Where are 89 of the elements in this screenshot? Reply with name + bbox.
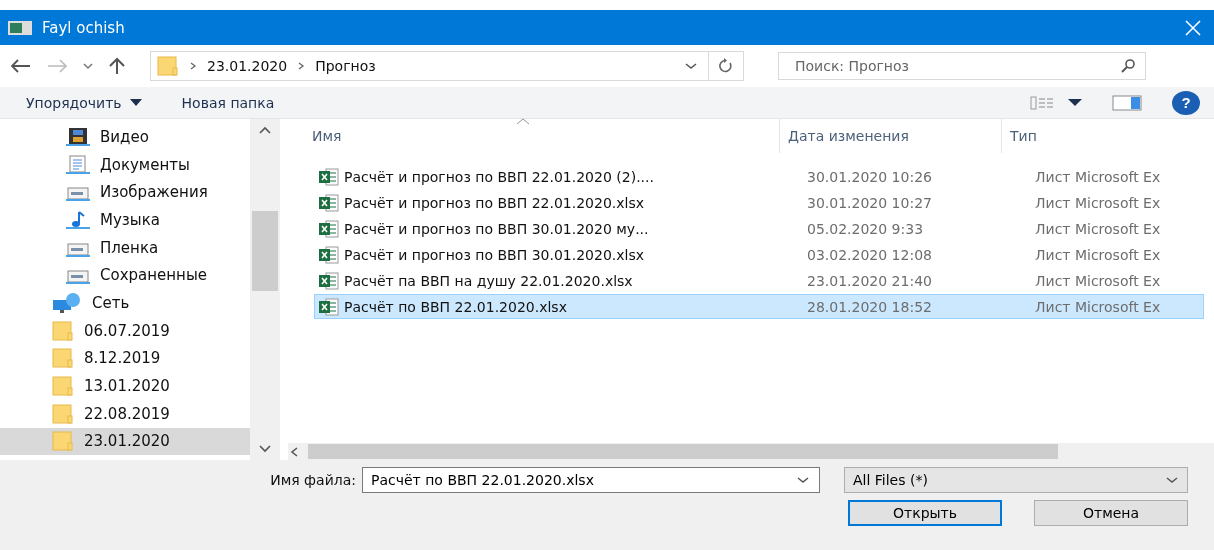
file-row[interactable]: Расчёт и прогноз по ВВП 22.01.2020.xlsx 30.01.2020 10:27 Лист Microsoft Ex <box>314 190 1204 215</box>
file-type: Лист Microsoft Ex <box>1034 272 1161 289</box>
preview-pane-button[interactable] <box>1112 94 1142 111</box>
column-header[interactable]: Дата изменения <box>780 119 1002 153</box>
filename-label: Имя файла: <box>269 472 357 488</box>
up-button[interactable] <box>108 57 126 75</box>
scrollbar-thumb[interactable] <box>308 444 1058 459</box>
file-date: 03.02.2020 12:08 <box>806 246 933 263</box>
folder-icon <box>52 376 74 397</box>
search-icon <box>1120 58 1136 74</box>
sidebar-item[interactable]: 23.01.2020 <box>0 427 250 456</box>
new-folder-button[interactable]: Новая папка <box>181 94 275 111</box>
spreadsheet-icon <box>319 271 339 290</box>
open-button[interactable]: Открыть <box>848 500 1002 526</box>
folder-icon <box>157 56 179 76</box>
scroll-down-icon[interactable] <box>259 445 271 453</box>
spreadsheet-icon <box>319 219 339 238</box>
file-type: Лист Microsoft Ex <box>1034 220 1161 237</box>
file-date: 30.01.2020 10:27 <box>806 194 933 211</box>
cancel-button[interactable]: Отмена <box>1034 500 1188 526</box>
window-title: Fayl ochish <box>42 18 125 37</box>
sidebar-item[interactable]: Сохраненные <box>0 261 250 290</box>
file-row[interactable]: Расчёт и прогноз по ВВП 22.01.2020 (2).... 30.01.2020 10:26 Лист Microsoft Ex <box>314 164 1204 189</box>
view-options-button[interactable] <box>1030 95 1082 110</box>
breadcrumb-item[interactable]: Прогноз <box>315 58 376 74</box>
sidebar-item[interactable]: Музыка <box>0 206 250 234</box>
music-note-icon <box>66 209 90 230</box>
folder-icon <box>52 431 74 452</box>
file-date: 30.01.2020 10:26 <box>806 168 933 185</box>
file-name: Расчёт и прогноз по ВВП 30.01.2020 му... <box>344 220 649 237</box>
file-type: Лист Microsoft Ex <box>1034 194 1161 211</box>
search-field[interactable]: Поиск: Прогноз <box>778 52 1146 80</box>
app-icon <box>8 20 32 35</box>
file-name: Расчёт и прогноз по ВВП 30.01.2020.xlsx <box>344 246 645 263</box>
help-button[interactable]: ? <box>1172 90 1200 115</box>
file-type: Лист Microsoft Ex <box>1034 246 1161 263</box>
refresh-icon <box>718 58 734 74</box>
sidebar-item[interactable]: 8.12.2019 <box>0 344 250 373</box>
file-row[interactable]: Расчёт и прогноз по ВВП 30.01.2020.xlsx 03.02.2020 12:08 Лист Microsoft Ex <box>314 242 1204 267</box>
sidebar-item[interactable]: Сеть <box>0 289 250 317</box>
horizontal-scrollbar[interactable] <box>288 443 1214 460</box>
sidebar-item[interactable]: Видео <box>0 123 250 151</box>
folder-icon <box>52 403 74 424</box>
sidebar-item[interactable]: Пленка <box>0 233 250 262</box>
sidebar-item[interactable]: 06.07.2019 <box>0 316 250 345</box>
recent-dropdown[interactable] <box>82 62 94 70</box>
folder-icon <box>52 320 74 341</box>
sidebar-item[interactable]: 13.01.2020 <box>0 372 250 400</box>
file-type: Лист Microsoft Ex <box>1034 298 1161 315</box>
organize-button[interactable]: Упорядочить <box>26 94 142 111</box>
spreadsheet-icon <box>319 193 339 212</box>
spreadsheet-icon <box>319 167 339 186</box>
file-name: Расчёт и прогноз по ВВП 22.01.2020 (2).... <box>344 168 654 185</box>
file-date: 28.01.2020 18:52 <box>806 298 933 315</box>
sidebar-item[interactable]: Документы <box>0 150 250 179</box>
film-icon <box>66 126 90 147</box>
filename-field[interactable]: Расчёт по ВВП 22.01.2020.xlsx <box>362 467 820 493</box>
breadcrumb-item[interactable]: 23.01.2020 <box>207 58 288 74</box>
sidebar-item[interactable]: Изображения <box>0 178 250 207</box>
caret-icon <box>1068 98 1082 107</box>
file-date: 05.02.2020 9:33 <box>806 220 925 237</box>
sidebar-item[interactable]: 22.08.2019 <box>0 399 250 428</box>
spreadsheet-icon <box>319 245 339 264</box>
document-icon <box>66 154 90 175</box>
file-name: Расчёт па ВВП на душу 22.01.2020.xlsx <box>344 272 633 289</box>
chevron-icon <box>297 61 306 71</box>
file-type: Лист Microsoft Ex <box>1034 168 1161 185</box>
file-type-dropdown[interactable]: All Files (*) <box>844 467 1188 493</box>
file-date: 23.01.2020 21:40 <box>806 272 933 289</box>
network-icon <box>52 291 82 314</box>
vertical-scrollbar[interactable] <box>250 119 280 460</box>
scroll-up-icon[interactable] <box>259 126 271 134</box>
sort-icon <box>516 117 530 125</box>
file-name: Расчёт и прогноз по ВВП 22.01.2020.xlsx <box>344 194 645 211</box>
file-row[interactable]: Расчёт по ВВП 22.01.2020.xlsx 28.01.2020 18:52 Лист Microsoft Ex <box>314 294 1204 319</box>
chevron-icon <box>189 61 197 71</box>
column-header[interactable]: Имя <box>288 119 780 153</box>
file-row[interactable]: Расчёт па ВВП на душу 22.01.2020.xlsx 23.01.2020 21:40 Лист Microsoft Ex <box>314 268 1204 293</box>
chevron-down-icon[interactable] <box>684 61 698 71</box>
address-bar[interactable]: 23.01.2020 Прогноз <box>150 51 744 81</box>
column-header[interactable]: Тип <box>1002 119 1214 153</box>
file-row[interactable]: Расчёт и прогноз по ВВП 30.01.2020 му... 05.02.2020 9:33 Лист Microsoft Ex <box>314 216 1204 241</box>
spreadsheet-icon <box>319 297 339 316</box>
folder-icon <box>52 348 74 369</box>
chevron-down-icon <box>1165 475 1179 485</box>
caret-icon <box>129 99 142 106</box>
back-button[interactable] <box>10 58 32 74</box>
scrollbar-thumb[interactable] <box>252 211 278 291</box>
file-name: Расчёт по ВВП 22.01.2020.xlsx <box>344 298 567 315</box>
